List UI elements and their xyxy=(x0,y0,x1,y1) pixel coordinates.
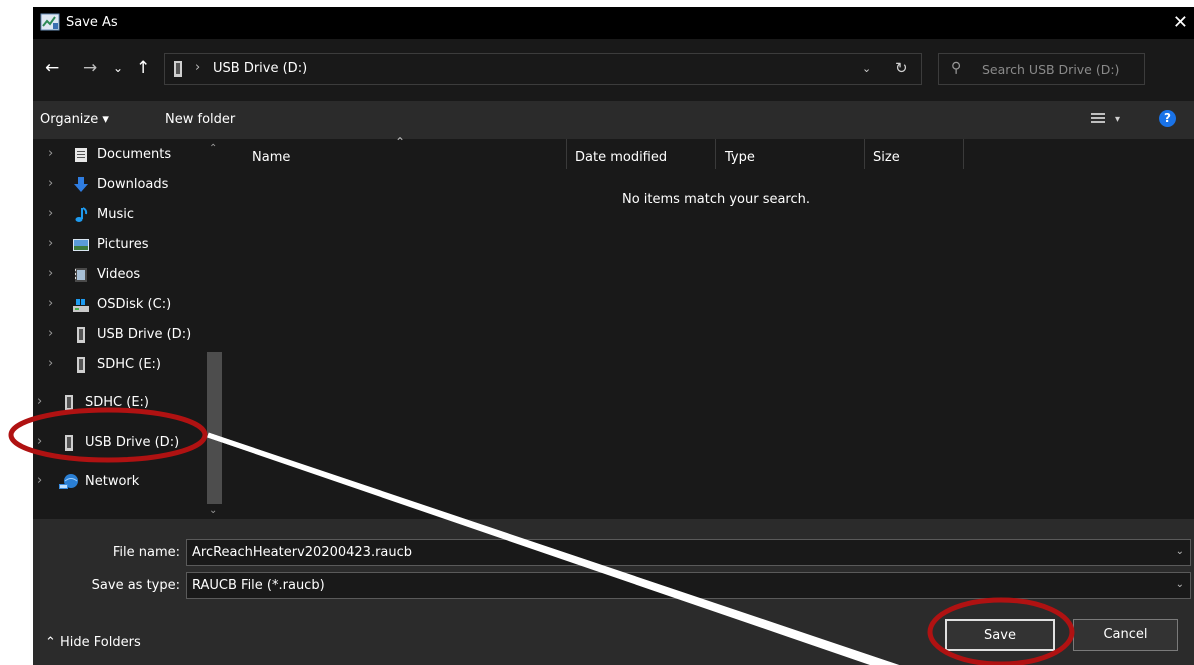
sidebar-item-label: Documents xyxy=(97,147,172,162)
search-icon: ⚲ xyxy=(951,60,962,76)
documents-icon xyxy=(75,148,87,162)
column-header-size[interactable]: Size xyxy=(873,150,900,165)
back-arrow-icon[interactable]: ← xyxy=(45,58,59,78)
column-divider[interactable] xyxy=(963,139,964,169)
column-divider[interactable] xyxy=(715,139,716,169)
scroll-up-icon[interactable]: ⌃ xyxy=(209,143,217,154)
sidebar-item-label: Music xyxy=(97,207,134,222)
search-box[interactable]: ⚲ Search USB Drive (D:) xyxy=(938,53,1145,85)
sidebar-item-label: Pictures xyxy=(97,237,149,252)
file-name-value[interactable]: ArcReachHeaterv20200423.raucb xyxy=(192,545,412,560)
expand-chevron-icon[interactable]: › xyxy=(37,434,42,449)
help-icon[interactable]: ? xyxy=(1159,110,1176,127)
refresh-icon[interactable]: ↻ xyxy=(895,59,908,77)
save-as-type-label: Save as type: xyxy=(91,578,180,593)
sidebar-item-documents[interactable]: › Documents xyxy=(33,140,203,170)
breadcrumb-separator-icon: › xyxy=(195,60,201,75)
sidebar-item-label: USB Drive (D:) xyxy=(97,327,192,342)
sidebar-item-label: OSDisk (C:) xyxy=(97,297,172,312)
scroll-thumb[interactable] xyxy=(207,352,222,504)
sidebar-item-usb-drive-root[interactable]: › USB Drive (D:) xyxy=(33,428,203,458)
sidebar-item-music[interactable]: › Music xyxy=(33,200,203,230)
network-icon xyxy=(59,474,78,489)
forward-arrow-icon[interactable]: → xyxy=(83,58,97,78)
save-as-type-select[interactable]: RAUCB File (*.raucb) ⌄ xyxy=(186,572,1191,599)
sidebar-item-usb-drive[interactable]: › USB Drive (D:) xyxy=(33,320,203,350)
sort-ascending-icon: ⌃ xyxy=(395,135,406,149)
expand-chevron-icon[interactable]: › xyxy=(48,296,53,311)
pictures-icon xyxy=(73,239,89,251)
column-header-name[interactable]: Name xyxy=(252,150,290,165)
expand-chevron-icon[interactable]: › xyxy=(37,473,42,488)
column-divider[interactable] xyxy=(566,139,567,169)
navigation-pane: › Documents › Downloads › Music › Pictur… xyxy=(33,139,225,519)
save-as-dialog: Save As ✕ ← → ⌄ ↑ › USB Drive (D:) ⌄ ↻ ⚲… xyxy=(33,7,1194,665)
osdisk-icon xyxy=(73,299,89,312)
sidebar-item-label: Network xyxy=(85,474,140,489)
expand-chevron-icon[interactable]: › xyxy=(48,146,53,161)
videos-icon xyxy=(75,268,87,282)
up-arrow-icon[interactable]: ↑ xyxy=(136,58,150,78)
sidebar-item-videos[interactable]: › Videos xyxy=(33,260,203,290)
expand-chevron-icon[interactable]: › xyxy=(37,394,42,409)
cancel-button[interactable]: Cancel xyxy=(1073,619,1178,651)
file-name-dropdown-icon[interactable]: ⌄ xyxy=(1176,546,1184,557)
column-header-type[interactable]: Type xyxy=(725,150,755,165)
file-name-label: File name: xyxy=(112,545,180,560)
file-name-field[interactable]: ArcReachHeaterv20200423.raucb ⌄ xyxy=(186,539,1191,566)
navigation-bar: ← → ⌄ ↑ › USB Drive (D:) ⌄ ↻ ⚲ Search US… xyxy=(33,39,1194,101)
command-toolbar: Organize ▾ New folder ▾ ? xyxy=(33,101,1194,139)
usb-drive-icon xyxy=(174,61,182,77)
usb-drive-icon xyxy=(65,435,73,451)
expand-chevron-icon[interactable]: › xyxy=(48,236,53,251)
sidebar-item-label: USB Drive (D:) xyxy=(85,435,180,450)
expand-chevron-icon[interactable]: › xyxy=(48,206,53,221)
save-as-type-value[interactable]: RAUCB File (*.raucb) xyxy=(192,578,325,593)
organize-menu[interactable]: Organize ▾ xyxy=(40,112,109,127)
expand-chevron-icon[interactable]: › xyxy=(48,176,53,191)
close-icon[interactable]: ✕ xyxy=(1173,12,1188,33)
window-title: Save As xyxy=(66,15,118,30)
usb-drive-icon xyxy=(77,327,85,343)
sidebar-item-sdhc-root[interactable]: › SDHC (E:) xyxy=(33,388,203,418)
empty-state-message: No items match your search. xyxy=(622,192,811,207)
column-header-date-modified[interactable]: Date modified xyxy=(575,150,667,165)
sdhc-icon xyxy=(77,357,85,373)
recent-locations-chevron-icon[interactable]: ⌄ xyxy=(113,61,123,75)
file-list: Name ⌃ Date modified Type Size No items … xyxy=(225,135,1194,519)
title-bar: Save As ✕ xyxy=(33,7,1194,39)
sidebar-item-osdisk[interactable]: › OSDisk (C:) xyxy=(33,290,203,320)
sidebar-item-pictures[interactable]: › Pictures xyxy=(33,230,203,260)
view-options-icon[interactable] xyxy=(1091,113,1105,124)
save-form-area: File name: ArcReachHeaterv20200423.raucb… xyxy=(33,519,1194,665)
address-dropdown-icon[interactable]: ⌄ xyxy=(862,62,871,75)
app-icon xyxy=(40,13,60,31)
music-icon xyxy=(75,207,88,222)
view-options-chevron-icon[interactable]: ▾ xyxy=(1115,114,1120,125)
column-divider[interactable] xyxy=(864,139,865,169)
sidebar-item-downloads[interactable]: › Downloads xyxy=(33,170,203,200)
sidebar-item-network[interactable]: › Network xyxy=(33,467,203,497)
breadcrumb-path[interactable]: USB Drive (D:) xyxy=(213,61,307,76)
sdhc-icon xyxy=(65,395,73,411)
new-folder-button[interactable]: New folder xyxy=(165,112,235,127)
sidebar-item-sdhc[interactable]: › SDHC (E:) xyxy=(33,350,203,380)
sidebar-item-label: Downloads xyxy=(97,177,169,192)
downloads-icon xyxy=(74,177,88,192)
navigation-scrollbar[interactable]: ⌃ ⌄ xyxy=(203,139,225,519)
save-button[interactable]: Save xyxy=(945,619,1055,651)
expand-chevron-icon[interactable]: › xyxy=(48,356,53,371)
save-as-type-dropdown-icon[interactable]: ⌄ xyxy=(1176,579,1184,590)
expand-chevron-icon[interactable]: › xyxy=(48,266,53,281)
scroll-down-icon[interactable]: ⌄ xyxy=(209,505,217,516)
sidebar-item-label: Videos xyxy=(97,267,141,282)
hide-folders-button[interactable]: ⌃ Hide Folders xyxy=(45,635,141,650)
expand-chevron-icon[interactable]: › xyxy=(48,326,53,341)
sidebar-item-label: SDHC (E:) xyxy=(85,395,149,410)
address-bar[interactable]: › USB Drive (D:) ⌄ ↻ xyxy=(164,53,922,85)
sidebar-item-label: SDHC (E:) xyxy=(97,357,161,372)
search-placeholder: Search USB Drive (D:) xyxy=(982,62,1120,77)
